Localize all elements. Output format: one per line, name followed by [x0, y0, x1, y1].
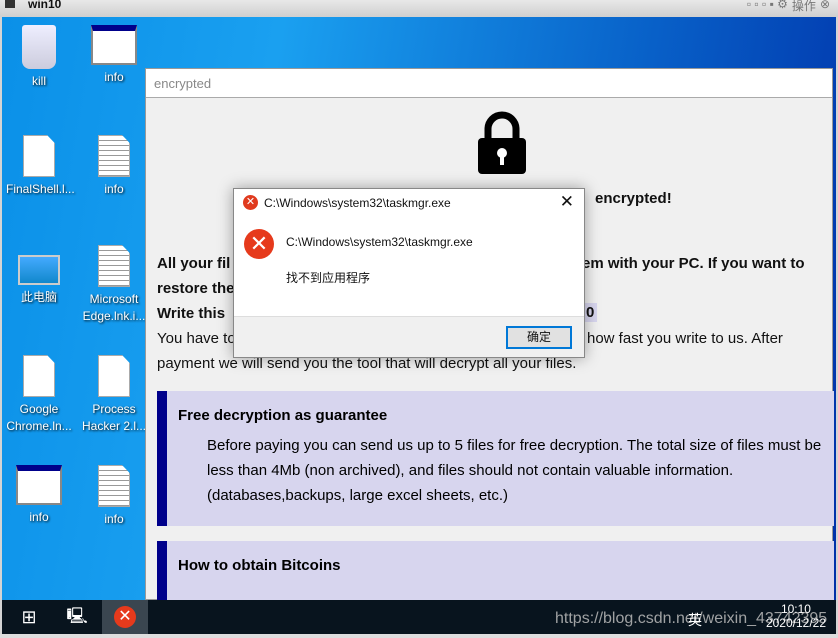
desktop-icon-this-pc[interactable]: 此电脑 [6, 245, 72, 306]
free-decryption-box: Free decryption as guarantee Before payi… [157, 391, 834, 526]
vm-title: win10 [28, 0, 62, 11]
desktop-icon-info[interactable]: info [81, 135, 147, 198]
desktop-icon-process-hacker[interactable]: Process Hacker 2.l... [81, 355, 147, 435]
icon-label: Google Chrome.ln... [6, 402, 72, 433]
icon-label: 此电脑 [20, 290, 57, 304]
heading: encrypted! [595, 190, 672, 207]
desktop-icon-kill[interactable]: kill [6, 25, 72, 90]
icon-label: Process Hacker 2.l... [81, 402, 147, 433]
box-title: Free decryption as guarantee [178, 407, 388, 424]
desktop-icon-info[interactable]: info [6, 465, 72, 526]
text: You have to [157, 330, 236, 347]
error-dialog: ✕ C:\Windows\system32\taskmgr.exe ✕ ✕ C:… [233, 188, 585, 358]
desktop-icon-info[interactable]: info [81, 25, 147, 86]
error-small-icon: ✕ [243, 195, 258, 210]
error-icon: ✕ [114, 606, 136, 628]
box-text: Before paying you can send us up to 5 fi… [207, 437, 822, 504]
desktop-icon-chrome[interactable]: Google Chrome.ln... [6, 355, 72, 435]
icon-label: info [104, 70, 124, 84]
desktop-icon-edge[interactable]: Microsoft Edge.lnk.i... [81, 245, 147, 325]
installer-icon[interactable]: 🖳 [54, 600, 100, 634]
icon-label: info [104, 512, 124, 526]
vm-titlebar: win10 ▫ ▫ ▫ ▪ ⚙ 操作 ⊗ [0, 0, 838, 17]
lock-icon [478, 111, 526, 174]
close-icon[interactable]: ✕ [560, 192, 574, 212]
bitcoins-box: How to obtain Bitcoins [157, 541, 834, 601]
date: 2020/12/22 [765, 616, 826, 630]
text: how fast you write to us. After [587, 330, 783, 347]
window-icon [91, 25, 137, 65]
file-icon [23, 355, 55, 397]
box-title: How to obtain Bitcoins [178, 557, 341, 574]
dialog-message: 找不到应用程序 [286, 271, 371, 285]
window-icon [16, 465, 62, 505]
start-windows-icon[interactable]: ⊞ [6, 600, 52, 634]
text-file-icon [98, 135, 130, 177]
window-title: encrypted [146, 69, 832, 98]
ok-button[interactable]: 确定 [506, 326, 572, 349]
clock[interactable]: 10:10 2020/12/22 [766, 602, 826, 630]
ime-indicator[interactable]: 英 [688, 610, 702, 630]
time: 10:10 [780, 602, 811, 616]
file-icon [23, 135, 55, 177]
icon-label: kill [32, 74, 46, 88]
dialog-path: C:\Windows\system32\taskmgr.exe [286, 235, 473, 249]
vm-menu[interactable]: 操作 [792, 0, 816, 14]
error-icon: ✕ [244, 229, 274, 259]
taskbar-error-app[interactable]: ✕ [102, 600, 148, 634]
icon-label: info [104, 182, 124, 196]
desktop-icon-info[interactable]: info [81, 465, 147, 528]
text-file-icon [98, 245, 130, 287]
text: Write this [157, 305, 226, 322]
file-icon [98, 355, 130, 397]
vm-status-bar [0, 634, 838, 638]
desktop-icon-finalshell[interactable]: FinalShell.l... [6, 135, 75, 198]
recycle-bin-icon [22, 25, 56, 69]
vm-close-icon[interactable]: ⊗ [820, 0, 830, 14]
dialog-title: C:\Windows\system32\taskmgr.exe [264, 196, 451, 210]
text-file-icon [98, 465, 130, 507]
dialog-footer: 确定 [234, 316, 584, 357]
vm-tools-icons[interactable]: ▫ ▫ ▫ ▪ ⚙ [747, 0, 788, 14]
text: em with your PC. If you want to [582, 255, 805, 272]
text: All your fil [157, 255, 231, 272]
icon-label: FinalShell.l... [6, 182, 75, 196]
icon-label: info [29, 510, 49, 524]
text: restore the [157, 280, 235, 297]
computer-icon [18, 255, 60, 285]
icon-label: Microsoft Edge.lnk.i... [82, 292, 146, 323]
vm-icon [5, 0, 15, 8]
